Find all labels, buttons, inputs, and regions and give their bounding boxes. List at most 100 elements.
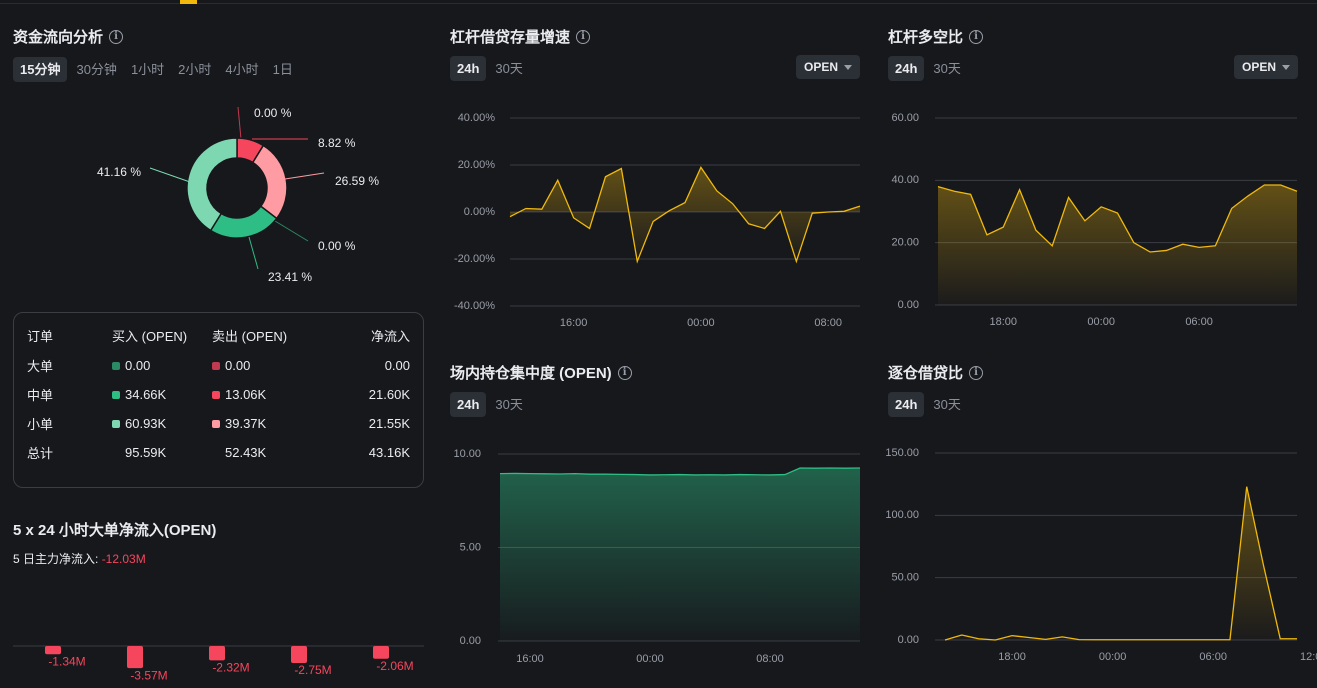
x-tick-label: 00:00: [1087, 316, 1115, 328]
y-tick-label: 0.00: [898, 634, 919, 646]
interval-tab-2[interactable]: 1小时: [126, 57, 169, 82]
loan-growth-range-tabs: 24h 30天: [450, 56, 528, 81]
concentration-tab-0[interactable]: 24h: [450, 392, 487, 417]
net-value: 21.60K: [368, 387, 410, 402]
isolated-ratio-range-tabs: 24h 30天: [888, 392, 966, 417]
table-row: 小单 60.93K 39.37K 21.55K: [14, 409, 423, 438]
long-short-tab-0[interactable]: 24h: [888, 56, 925, 81]
concentration-tab-1[interactable]: 30天: [490, 392, 527, 417]
donut-label: 23.41 %: [268, 270, 312, 284]
x-tick-label: 18:00: [990, 316, 1018, 328]
long-short-range-tabs: 24h 30天: [888, 56, 966, 81]
info-circle-icon[interactable]: i: [617, 365, 632, 380]
series-line: [944, 486, 1297, 641]
buy-total: 95.59K: [125, 445, 167, 460]
sell-small-swatch: [212, 419, 220, 428]
capital-flow-title: 资金流向分析 i: [13, 26, 124, 47]
x-tick-label: 08:00: [814, 317, 842, 329]
isolated-ratio-tab-1[interactable]: 30天: [928, 392, 965, 417]
net-inflow-bar-label: -3.57M: [130, 668, 167, 682]
caret-down-icon: [844, 64, 853, 70]
donut-leader-line: [149, 167, 191, 183]
sell-cell: 0.00: [212, 351, 312, 380]
buy-value: 34.66K: [125, 387, 167, 402]
long-short-title-text: 杠杆多空比: [888, 29, 964, 46]
buy-mid-swatch: [112, 390, 120, 399]
interval-tab-4[interactable]: 4小时: [220, 57, 263, 82]
y-tick-label: 60.00: [891, 112, 919, 124]
y-tick-label: 100.00: [885, 509, 919, 521]
sell-total: 52.43K: [225, 445, 267, 460]
isolated-ratio-title: 逐仓借贷比 i: [888, 362, 984, 383]
series-line: [509, 166, 861, 264]
long-short-symbol-dropdown[interactable]: OPEN: [1234, 55, 1299, 79]
col-buy: 买入 (OPEN): [112, 329, 188, 344]
loan-growth-title: 杠杆借贷存量增速 i: [450, 26, 591, 47]
net-value: 21.55K: [368, 416, 410, 431]
net-value: 0.00: [384, 358, 410, 373]
buy-cell: 0.00: [112, 351, 212, 380]
interval-tab-1[interactable]: 30分钟: [71, 57, 121, 82]
donut-slice: [251, 144, 288, 220]
top-divider: [0, 0, 1317, 4]
x-tick-label: 16:00: [516, 653, 544, 665]
order-flow-table: 订单 买入 (OPEN) 卖出 (OPEN) 净流入 大单 0.00 0.00 …: [13, 312, 424, 488]
dropdown-label: OPEN: [1242, 60, 1277, 74]
sell-large-swatch: [212, 361, 220, 370]
active-indicator: [180, 0, 197, 4]
summary-label: 5 日主力净流入:: [13, 552, 102, 566]
y-tick-label: 10.00: [453, 448, 481, 460]
net-inflow-bar-label: -1.34M: [48, 654, 85, 668]
isolated-ratio-tab-0[interactable]: 24h: [888, 392, 925, 417]
net-inflow-bar-label: -2.75M: [294, 663, 331, 677]
buy-value: 60.93K: [125, 416, 167, 431]
net-inflow-title-text: 5 x 24 小时大单净流入(OPEN): [13, 522, 217, 539]
y-tick-label: 40.00: [891, 174, 919, 186]
net-inflow-bar-label: -2.32M: [212, 661, 249, 675]
row-name: 大单: [27, 359, 54, 374]
interval-tab-0[interactable]: 15分钟: [13, 57, 68, 82]
x-tick-label: 06:00: [1185, 316, 1213, 328]
y-tick-label: 0.00: [898, 299, 919, 311]
donut-leader-line: [284, 172, 325, 180]
sell-value: 0.00: [225, 358, 251, 373]
x-tick-label: 08:00: [756, 653, 784, 665]
net-inflow-bar: [127, 646, 143, 669]
info-circle-icon[interactable]: i: [969, 29, 984, 44]
buy-small-swatch: [112, 419, 120, 428]
interval-tab-3[interactable]: 2小时: [173, 57, 216, 82]
sell-cell: 13.06K: [212, 380, 312, 409]
donut-leader-line: [248, 236, 259, 270]
interval-tab-5[interactable]: 1日: [268, 57, 298, 82]
col-sell: 卖出 (OPEN): [212, 329, 288, 344]
x-tick-label: 12:00: [1300, 651, 1317, 663]
info-circle-icon[interactable]: i: [969, 365, 984, 380]
loan-growth-symbol-dropdown[interactable]: OPEN: [796, 55, 861, 79]
loan-growth-title-text: 杠杆借贷存量增速: [450, 29, 571, 46]
capital-flow-title-text: 资金流向分析: [13, 29, 104, 46]
sell-value: 39.37K: [225, 416, 267, 431]
series-line: [499, 467, 861, 476]
loan-growth-tab-1[interactable]: 30天: [490, 56, 527, 81]
donut-label: 26.59 %: [335, 174, 379, 188]
net-inflow-bar-chart: -1.34M -3.57M -2.32M -2.75M -2.06M: [13, 645, 424, 682]
y-tick-label: 0.00: [460, 635, 481, 647]
donut-label: 8.82 %: [318, 136, 356, 150]
donut-label: 0.00 %: [254, 106, 292, 120]
net-inflow-summary: 5 日主力净流入: -12.03M: [13, 550, 146, 567]
donut-label: 41.16 %: [97, 165, 141, 179]
buy-value: 0.00: [125, 358, 151, 373]
y-tick-label: -40.00%: [454, 300, 495, 312]
net-inflow-bar: [209, 646, 225, 661]
concentration-title: 场内持仓集中度 (OPEN) i: [450, 362, 632, 383]
isolated-ratio-title-text: 逐仓借贷比: [888, 365, 964, 382]
sell-value: 13.06K: [225, 387, 267, 402]
series-area: [510, 167, 860, 262]
long-short-tab-1[interactable]: 30天: [928, 56, 965, 81]
info-circle-icon[interactable]: i: [109, 29, 124, 44]
series-area: [500, 468, 860, 641]
loan-growth-tab-0[interactable]: 24h: [450, 56, 487, 81]
x-tick-label: 00:00: [687, 317, 715, 329]
info-circle-icon[interactable]: i: [576, 29, 591, 44]
series-area: [938, 185, 1297, 305]
